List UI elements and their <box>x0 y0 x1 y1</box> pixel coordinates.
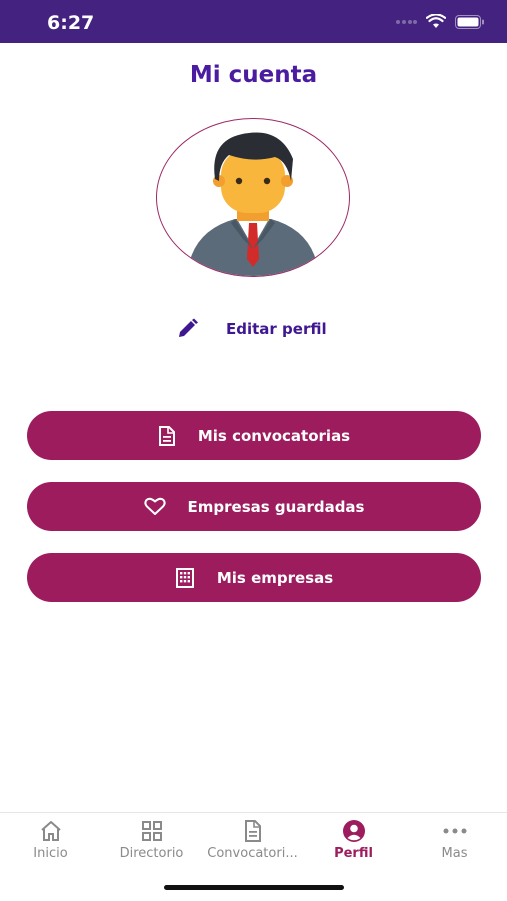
tab-inicio[interactable]: Inicio <box>0 819 101 861</box>
mis-empresas-label: Mis empresas <box>216 568 334 587</box>
tab-directorio[interactable]: Directorio <box>101 819 202 861</box>
more-dots-icon <box>443 828 466 834</box>
tab-directorio-label: Directorio <box>119 846 184 861</box>
empresas-guardadas-label: Empresas guardadas <box>187 497 365 516</box>
user-circle-icon <box>342 820 365 842</box>
mis-empresas-button[interactable]: Mis empresas <box>27 553 481 602</box>
document-icon <box>244 820 261 842</box>
document-icon <box>158 425 175 446</box>
tab-mas[interactable]: Mas <box>404 819 505 861</box>
wifi-icon <box>426 14 446 28</box>
home-icon <box>40 821 61 841</box>
cellular-dots-icon <box>396 19 417 24</box>
pencil-icon <box>179 318 198 337</box>
tab-convocatorias[interactable]: Convocatori... <box>202 819 303 861</box>
edit-profile-label: Editar perfil <box>226 320 327 338</box>
tab-perfil[interactable]: Perfil <box>303 819 404 861</box>
tab-convocatorias-label: Convocatori... <box>207 846 298 861</box>
avatar <box>156 118 350 277</box>
battery-icon <box>455 14 484 29</box>
building-icon <box>175 567 194 588</box>
empresas-guardadas-button[interactable]: Empresas guardadas <box>27 482 481 531</box>
page-title: Mi cuenta <box>189 62 318 88</box>
mis-convocatorias-button[interactable]: Mis convocatorias <box>27 411 481 460</box>
edit-profile-button[interactable]: Editar perfil <box>176 318 327 340</box>
status-time: 6:27 <box>47 12 95 34</box>
grid-icon <box>141 821 162 841</box>
tab-inicio-label: Inicio <box>33 846 68 861</box>
tab-mas-label: Mas <box>441 846 468 861</box>
status-icons <box>395 14 485 29</box>
tab-perfil-label: Perfil <box>334 846 373 861</box>
mis-convocatorias-label: Mis convocatorias <box>197 426 351 445</box>
heart-icon <box>143 497 166 515</box>
home-indicator <box>164 885 344 890</box>
person-avatar-icon <box>187 132 319 276</box>
status-bar: 6:27 <box>0 0 507 43</box>
